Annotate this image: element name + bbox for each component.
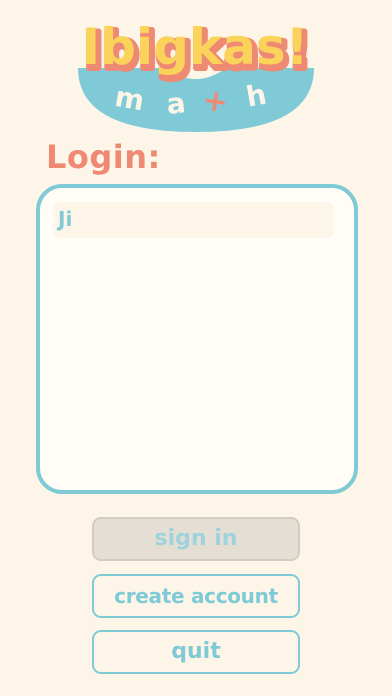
create-account-button[interactable]: create account [92, 574, 300, 618]
user-list-item[interactable]: Ji [54, 202, 334, 238]
sign-in-button[interactable]: sign in [92, 517, 300, 561]
logo-letter-a: a [165, 86, 187, 121]
logo-letter-plus: + [200, 83, 230, 121]
login-heading: Login: [46, 138, 161, 176]
user-list[interactable]: Ji [36, 184, 358, 494]
logo-letter-m: m [112, 80, 146, 118]
logo-title: Ibigkas! [82, 18, 309, 76]
app-logo: Ibigkas! Ibigkas! m a + h [56, 8, 336, 140]
quit-button[interactable]: quit [92, 630, 300, 674]
